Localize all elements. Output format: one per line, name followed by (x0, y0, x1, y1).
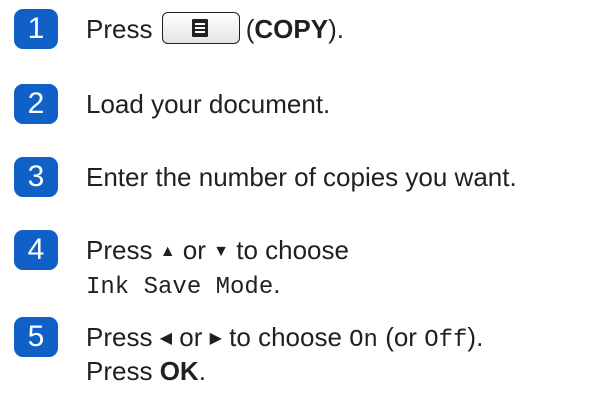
setting-name: Ink Save Mode (86, 274, 274, 301)
step-number-badge: 5 (14, 317, 58, 357)
right-arrow-icon: ▶ (209, 330, 222, 347)
step-2-text: Load your document. (86, 89, 331, 119)
step-number-badge: 4 (14, 230, 58, 270)
copy-key-button[interactable] (161, 12, 240, 44)
step-number-badge: 1 (14, 9, 58, 49)
step-5-ok: Press OK. (86, 356, 206, 386)
option-on: On (349, 327, 378, 354)
left-arrow-icon: ◀ (159, 330, 173, 347)
key-name: COPY (254, 14, 329, 44)
down-arrow-icon: ▼ (213, 243, 229, 260)
ok-key: OK (159, 356, 199, 386)
step-4-setting: Ink Save Mode. (86, 269, 281, 301)
step-1-text: Press (COPY). (86, 12, 344, 44)
option-off: Off (424, 327, 468, 354)
step-number-badge: 2 (14, 84, 58, 124)
copy-document-icon (191, 19, 208, 37)
up-arrow-icon: ▲ (159, 243, 176, 260)
step-number-badge: 3 (14, 157, 58, 197)
step-3-text: Enter the number of copies you want. (86, 162, 517, 192)
step-4-text: Press ▲ or ▼ to choose (86, 235, 349, 265)
